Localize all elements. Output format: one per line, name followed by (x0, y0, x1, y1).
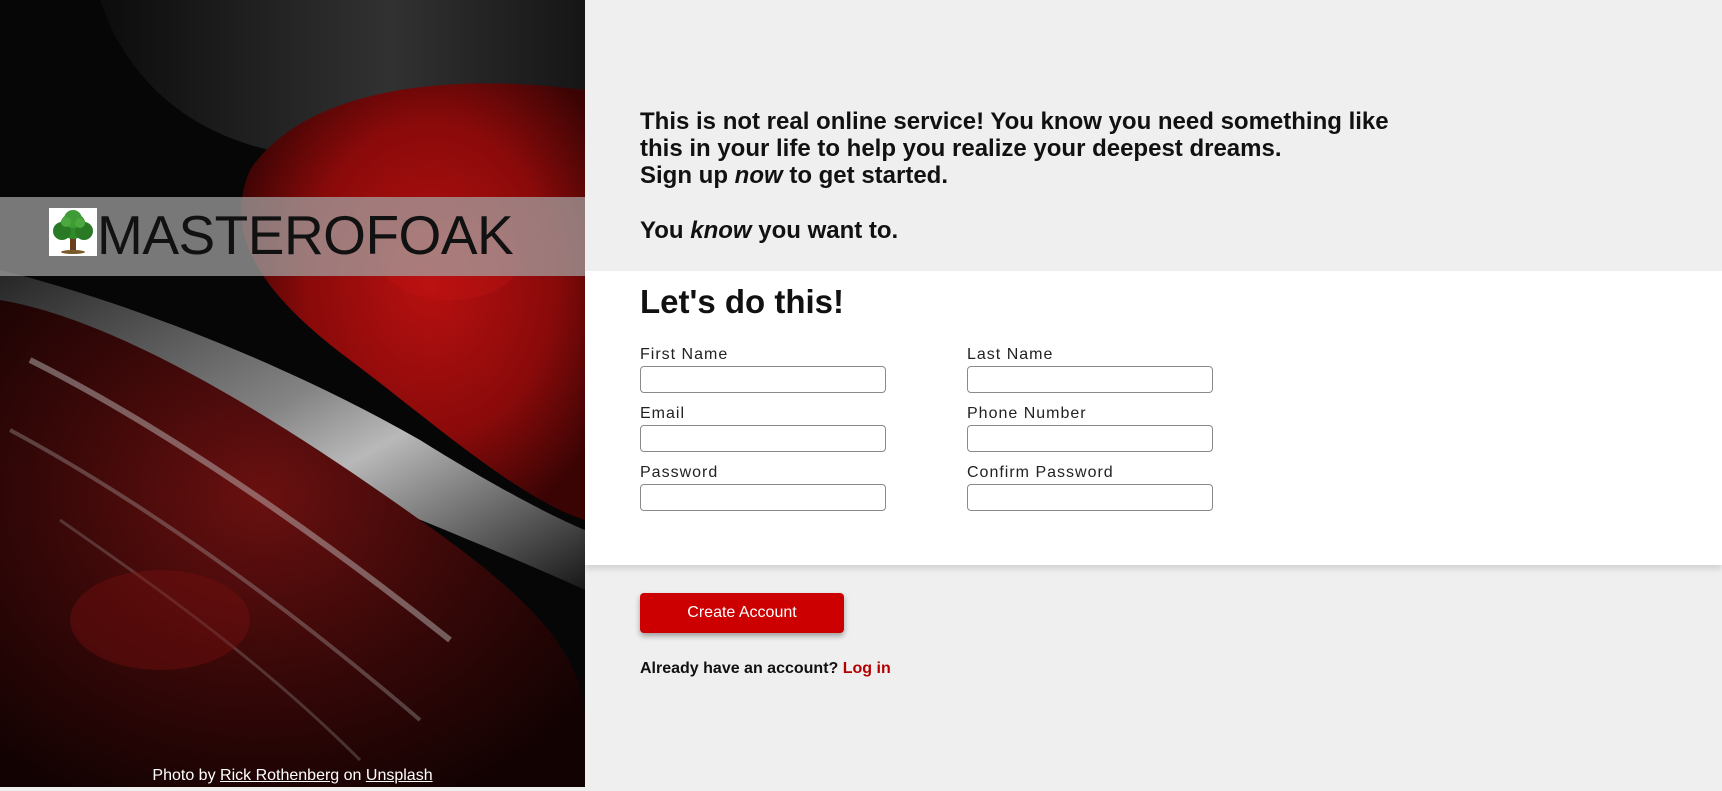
intro-line-3-post: to get started. (782, 162, 949, 189)
first-name-input[interactable] (640, 366, 886, 393)
hero-panel: MASTEROFOAK Photo by Rick Rothenberg on … (0, 0, 585, 787)
confirm-password-input[interactable] (967, 484, 1213, 511)
photo-credit: Photo by Rick Rothenberg on Unsplash (0, 767, 585, 785)
brand-name: MASTEROFOAK (97, 204, 514, 266)
confirm-password-label: Confirm Password (967, 464, 1114, 481)
intro-line-3: Sign up now to get started. (640, 162, 1460, 189)
intro-line-4-post: you want to. (751, 217, 899, 244)
credit-prefix: Photo by (152, 767, 216, 784)
intro-line-1: This is not real online service! You kno… (640, 108, 1389, 135)
intro-line-4-emphasis: know (690, 217, 752, 244)
intro-text: This is not real online service! You kno… (640, 108, 1460, 244)
credit-middle: on (343, 767, 362, 784)
last-name-group: Last Name (967, 345, 1213, 393)
email-group: Email (640, 404, 886, 452)
email-label: Email (640, 405, 686, 422)
first-name-label: First Name (640, 346, 729, 363)
intro-line-3-emphasis: now (734, 162, 783, 189)
login-link[interactable]: Log in (843, 660, 891, 677)
create-account-button[interactable]: Create Account (640, 593, 844, 633)
confirm-password-group: Confirm Password (967, 463, 1213, 511)
oak-tree-icon (49, 208, 97, 256)
intro-line-4-pre: You (640, 217, 691, 244)
password-input[interactable] (640, 484, 886, 511)
email-input[interactable] (640, 425, 886, 452)
phone-group: Phone Number (967, 404, 1213, 452)
intro-line-4: You know you want to. (640, 217, 1460, 244)
intro-line-2: this in your life to help you realize yo… (640, 135, 1282, 162)
login-prompt: Already have an account? Log in (640, 660, 891, 678)
credit-author-link[interactable]: Rick Rothenberg (220, 767, 339, 784)
hero-background-image (0, 0, 585, 787)
password-group: Password (640, 463, 886, 511)
login-prompt-text: Already have an account? (640, 660, 839, 677)
intro-line-3-pre: Sign up (640, 162, 735, 189)
credit-source-link[interactable]: Unsplash (366, 767, 433, 784)
first-name-group: First Name (640, 345, 886, 393)
password-label: Password (640, 464, 719, 481)
signup-form-card: Let's do this! First Name Last Name Emai… (585, 271, 1722, 565)
phone-label: Phone Number (967, 405, 1087, 422)
last-name-input[interactable] (967, 366, 1213, 393)
last-name-label: Last Name (967, 346, 1054, 363)
form-title: Let's do this! (640, 283, 845, 320)
phone-input[interactable] (967, 425, 1213, 452)
